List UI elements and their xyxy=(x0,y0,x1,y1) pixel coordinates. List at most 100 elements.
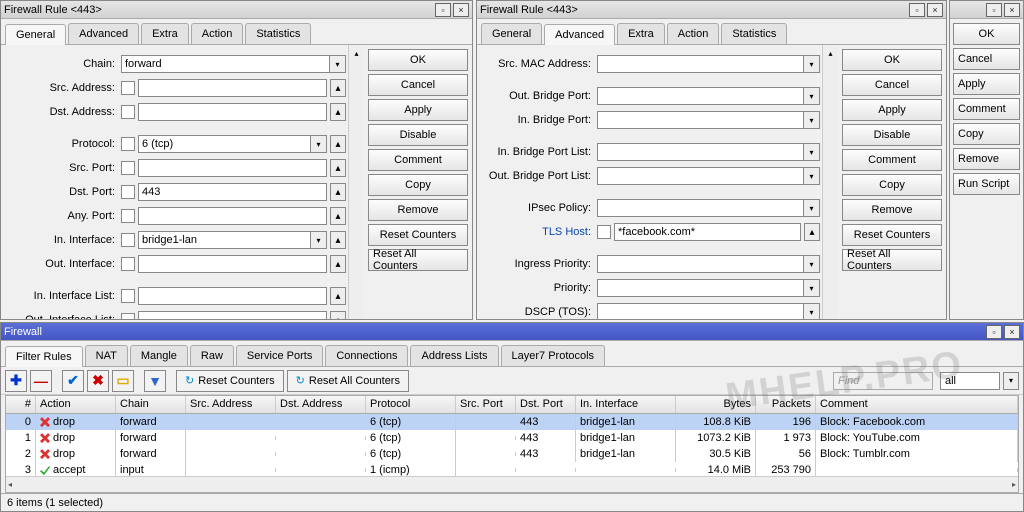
remove-button[interactable]: Remove xyxy=(842,199,942,221)
dst-port-input[interactable]: 443 xyxy=(138,183,327,201)
col-dst-address[interactable]: Dst. Address xyxy=(276,396,366,413)
out-bridge-port-list-dropdown-icon[interactable]: ▾ xyxy=(804,167,820,185)
reset-counters-button[interactable]: ↻Reset Counters xyxy=(176,370,284,392)
chain-dropdown-icon[interactable]: ▾ xyxy=(330,55,346,73)
in-interface-list-invert[interactable] xyxy=(121,289,135,303)
in-bridge-port-dropdown-icon[interactable]: ▾ xyxy=(804,111,820,129)
src-port-input[interactable] xyxy=(138,159,327,177)
apply-button[interactable]: Apply xyxy=(368,99,468,121)
dst-address-arrow-icon[interactable]: ▴ xyxy=(330,103,346,121)
any-port-input[interactable] xyxy=(138,207,327,225)
tab-extra[interactable]: Extra xyxy=(617,23,665,44)
protocol-arrow-icon[interactable]: ▴ xyxy=(330,135,346,153)
ok-button[interactable]: OK xyxy=(368,49,468,71)
table-row[interactable]: 1dropforward6 (tcp)443bridge1-lan1073.2 … xyxy=(6,430,1018,446)
dst-port-arrow-icon[interactable]: ▴ xyxy=(330,183,346,201)
src-mac-input[interactable] xyxy=(597,55,804,73)
col-bytes[interactable]: Bytes xyxy=(676,396,756,413)
tab-general[interactable]: General xyxy=(5,24,66,45)
priority-dropdown-icon[interactable]: ▾ xyxy=(804,279,820,297)
col-dst-port[interactable]: Dst. Port xyxy=(516,396,576,413)
col-comment[interactable]: Comment xyxy=(816,396,1018,413)
src-address-input[interactable] xyxy=(138,79,327,97)
copy-button[interactable]: Copy xyxy=(368,174,468,196)
close-icon[interactable]: × xyxy=(1004,3,1020,17)
priority-input[interactable] xyxy=(597,279,804,297)
ok-button[interactable]: OK xyxy=(953,23,1020,45)
src-address-arrow-icon[interactable]: ▴ xyxy=(330,79,346,97)
reset-all-counters-button[interactable]: ↻Reset All Counters xyxy=(287,370,409,392)
comment-button[interactable]: Comment xyxy=(842,149,942,171)
scroll-up-icon[interactable]: ▴ xyxy=(828,49,832,58)
filter-icon[interactable]: ▼ xyxy=(144,370,166,392)
disable-button[interactable]: Disable xyxy=(842,124,942,146)
col-num[interactable]: # xyxy=(6,396,36,413)
filter-dropdown[interactable]: all xyxy=(940,372,1000,390)
protocol-input[interactable]: 6 (tcp) xyxy=(138,135,311,153)
horizontal-scrollbar[interactable]: ◂▸ xyxy=(6,476,1018,492)
in-interface-dropdown-icon[interactable]: ▾ xyxy=(311,231,327,249)
tab-statistics[interactable]: Statistics xyxy=(721,23,787,44)
any-port-invert[interactable] xyxy=(121,209,135,223)
in-interface-arrow-icon[interactable]: ▴ xyxy=(330,231,346,249)
cancel-button[interactable]: Cancel xyxy=(842,74,942,96)
tls-host-invert[interactable] xyxy=(597,225,611,239)
apply-button[interactable]: Apply xyxy=(842,99,942,121)
tab-nat[interactable]: NAT xyxy=(85,345,128,366)
in-bridge-port-input[interactable] xyxy=(597,111,804,129)
add-icon[interactable]: ✚ xyxy=(5,370,27,392)
titlebar[interactable]: Firewall Rule <443> ▫ × xyxy=(477,1,946,19)
protocol-invert[interactable] xyxy=(121,137,135,151)
titlebar[interactable]: Firewall Rule <443> ▫ × xyxy=(1,1,472,19)
ok-button[interactable]: OK xyxy=(842,49,942,71)
comment-button[interactable]: Comment xyxy=(953,98,1020,120)
in-interface-list-input[interactable] xyxy=(138,287,327,305)
filter-dropdown-icon[interactable]: ▾ xyxy=(1003,372,1019,390)
reset-all-counters-button[interactable]: Reset All Counters xyxy=(368,249,468,271)
dscp-dropdown-icon[interactable]: ▾ xyxy=(804,303,820,319)
dst-address-invert[interactable] xyxy=(121,105,135,119)
tab-mangle[interactable]: Mangle xyxy=(130,345,188,366)
src-address-invert[interactable] xyxy=(121,81,135,95)
scroll-left-icon[interactable]: ◂ xyxy=(8,480,12,489)
col-src-address[interactable]: Src. Address xyxy=(186,396,276,413)
any-port-arrow-icon[interactable]: ▴ xyxy=(330,207,346,225)
remove-icon[interactable]: — xyxy=(30,370,52,392)
tls-host-input[interactable]: *facebook.com* xyxy=(614,223,801,241)
col-in-interface[interactable]: In. Interface xyxy=(576,396,676,413)
col-protocol[interactable]: Protocol xyxy=(366,396,456,413)
apply-button[interactable]: Apply xyxy=(953,73,1020,95)
tab-raw[interactable]: Raw xyxy=(190,345,234,366)
copy-button[interactable]: Copy xyxy=(953,123,1020,145)
tab-filter-rules[interactable]: Filter Rules xyxy=(5,346,83,367)
reset-all-counters-button[interactable]: Reset All Counters xyxy=(842,249,942,271)
col-chain[interactable]: Chain xyxy=(116,396,186,413)
tab-advanced[interactable]: Advanced xyxy=(544,24,615,45)
scroll-right-icon[interactable]: ▸ xyxy=(1012,480,1016,489)
protocol-dropdown-icon[interactable]: ▾ xyxy=(311,135,327,153)
tls-host-arrow-icon[interactable]: ▴ xyxy=(804,223,820,241)
tab-general[interactable]: General xyxy=(481,23,542,44)
remove-button[interactable]: Remove xyxy=(953,148,1020,170)
minimize-icon[interactable]: ▫ xyxy=(435,3,451,17)
disable-button[interactable]: Disable xyxy=(368,124,468,146)
remove-button[interactable]: Remove xyxy=(368,199,468,221)
find-input[interactable]: Find xyxy=(833,372,933,390)
col-action[interactable]: Action xyxy=(36,396,116,413)
table-row[interactable]: 2dropforward6 (tcp)443bridge1-lan30.5 Ki… xyxy=(6,446,1018,462)
out-bridge-port-input[interactable] xyxy=(597,87,804,105)
src-port-arrow-icon[interactable]: ▴ xyxy=(330,159,346,177)
in-bridge-port-list-input[interactable] xyxy=(597,143,804,161)
copy-button[interactable]: Copy xyxy=(842,174,942,196)
run-script-button[interactable]: Run Script xyxy=(953,173,1020,195)
close-icon[interactable]: × xyxy=(927,3,943,17)
enable-icon[interactable]: ✔ xyxy=(62,370,84,392)
in-interface-input[interactable]: bridge1-lan xyxy=(138,231,311,249)
tab-address-lists[interactable]: Address Lists xyxy=(410,345,498,366)
out-bridge-port-list-input[interactable] xyxy=(597,167,804,185)
ipsec-policy-dropdown-icon[interactable]: ▾ xyxy=(804,199,820,217)
in-bridge-port-list-dropdown-icon[interactable]: ▾ xyxy=(804,143,820,161)
minimize-icon[interactable]: ▫ xyxy=(986,3,1002,17)
ingress-priority-input[interactable] xyxy=(597,255,804,273)
ingress-dropdown-icon[interactable]: ▾ xyxy=(804,255,820,273)
